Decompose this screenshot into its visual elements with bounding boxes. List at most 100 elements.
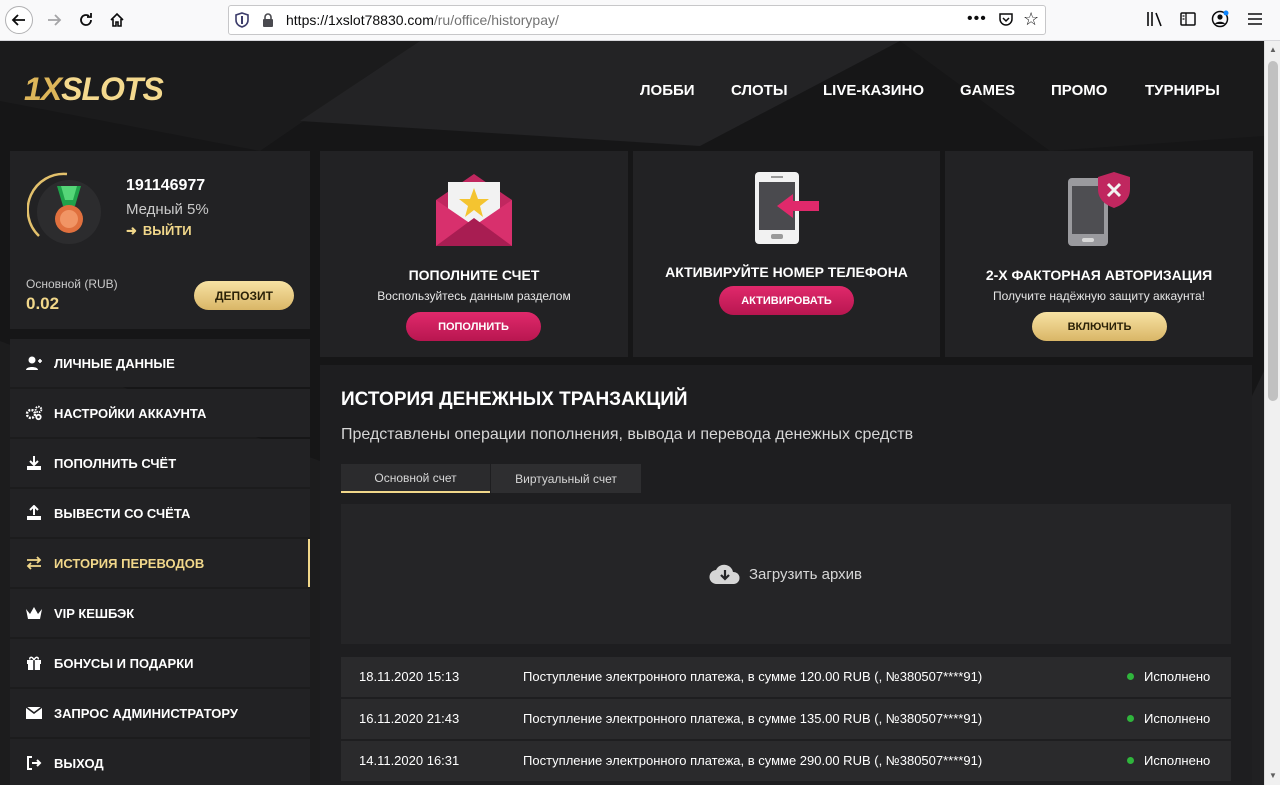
nav-tournaments[interactable]: ТУРНИРЫ bbox=[1145, 82, 1220, 99]
home-button[interactable] bbox=[103, 6, 131, 34]
scroll-up-icon[interactable]: ▲ bbox=[1269, 45, 1277, 54]
promo-subtitle: Воспользуйтесь данным разделом bbox=[377, 289, 571, 303]
download-archive-button[interactable]: Загрузить архив bbox=[709, 563, 862, 585]
user-level: Медный 5% bbox=[126, 201, 209, 218]
history-subtitle: Представлены операции пополнения, вывода… bbox=[341, 426, 914, 443]
row-description: Поступление электронного платежа, в сумм… bbox=[523, 711, 983, 726]
nav-slots[interactable]: СЛОТЫ bbox=[731, 82, 788, 99]
menu-label: ИСТОРИЯ ПЕРЕВОДОВ bbox=[54, 555, 205, 571]
library-icon[interactable] bbox=[1146, 10, 1164, 28]
menu-label: VIP КЕШБЭК bbox=[54, 605, 135, 621]
page-scrollbar[interactable]: ▲ ▼ bbox=[1264, 41, 1280, 785]
row-status: Исполнено bbox=[1127, 753, 1210, 768]
tracking-shield-icon[interactable] bbox=[235, 12, 249, 28]
envelope-icon bbox=[25, 705, 43, 721]
archive-area: Загрузить архив bbox=[341, 504, 1231, 644]
promo-title: ПОПОЛНИТЕ СЧЕТ bbox=[408, 267, 540, 283]
history-title: ИСТОРИЯ ДЕНЕЖНЫХ ТРАНЗАКЦИЙ bbox=[341, 389, 688, 410]
row-status: Исполнено bbox=[1127, 669, 1210, 684]
pocket-icon[interactable] bbox=[998, 13, 1014, 27]
arrow-left-icon bbox=[11, 14, 25, 26]
medal-avatar-icon bbox=[27, 172, 101, 244]
reload-icon bbox=[80, 13, 92, 26]
promo-2fa-card: 2-Х ФАКТОРНАЯ АВТОРИЗАЦИЯ Получите надёж… bbox=[945, 151, 1253, 357]
exit-arrow-icon: ➜ bbox=[126, 223, 137, 238]
nav-games[interactable]: GAMES bbox=[960, 82, 1015, 99]
lock-icon[interactable] bbox=[262, 13, 274, 27]
enable-2fa-button[interactable]: ВКЛЮЧИТЬ bbox=[1032, 312, 1167, 341]
table-row: 14.11.2020 16:31 Поступление электронног… bbox=[341, 741, 1231, 781]
home-icon bbox=[110, 12, 124, 27]
menu-admin-request[interactable]: ЗАПРОС АДМИНИСТРАТОРУ bbox=[10, 689, 310, 737]
page-actions-icon[interactable]: ••• bbox=[967, 10, 987, 28]
menu-transfer-history[interactable]: ИСТОРИЯ ПЕРЕВОДОВ bbox=[10, 539, 310, 587]
row-date: 18.11.2020 15:13 bbox=[359, 669, 460, 684]
scroll-thumb[interactable] bbox=[1268, 61, 1278, 401]
bookmark-star-icon[interactable]: ☆ bbox=[1023, 9, 1039, 30]
promo-title: АКТИВИРУЙТЕ НОМЕР ТЕЛЕФОНА bbox=[665, 264, 908, 280]
site-logo[interactable]: 1XSLOTS bbox=[24, 71, 164, 108]
menu-vip-cashback[interactable]: VIP КЕШБЭК bbox=[10, 589, 310, 637]
nav-promo[interactable]: ПРОМО bbox=[1051, 82, 1107, 99]
logout-link[interactable]: ➜ ВЫЙТИ bbox=[126, 223, 192, 239]
envelope-star-icon bbox=[436, 174, 512, 246]
row-date: 14.11.2020 16:31 bbox=[359, 753, 460, 768]
menu-icon[interactable] bbox=[1246, 10, 1264, 28]
row-description: Поступление электронного платежа, в сумм… bbox=[523, 753, 983, 768]
crown-icon bbox=[25, 605, 43, 621]
promo-deposit-card: ПОПОЛНИТЕ СЧЕТ Воспользуйтесь данным раз… bbox=[320, 151, 628, 357]
nav-live-casino[interactable]: LIVE-КАЗИНО bbox=[823, 82, 924, 99]
table-row: 18.11.2020 15:13 Поступление электронног… bbox=[341, 657, 1231, 697]
balance-label: Основной (RUB) bbox=[26, 277, 118, 291]
exit-icon bbox=[25, 755, 43, 771]
promo-subtitle: Получите надёжную защиту аккаунта! bbox=[992, 289, 1205, 303]
gift-icon bbox=[25, 655, 43, 671]
download-icon bbox=[25, 455, 43, 471]
url-path: /ru/office/historypay/ bbox=[433, 12, 559, 28]
url-text[interactable]: https://1xslot78830.com/ru/office/histor… bbox=[286, 12, 559, 28]
status-dot-icon bbox=[1127, 715, 1134, 722]
nav-lobby[interactable]: ЛОББИ bbox=[640, 82, 695, 99]
site-header: 1XSLOTS ЛОББИ СЛОТЫ LIVE-КАЗИНО GAMES ПР… bbox=[0, 41, 1264, 141]
account-icon[interactable] bbox=[1211, 10, 1229, 28]
menu-label: ПОПОЛНИТЬ СЧЁТ bbox=[54, 455, 177, 471]
profile-card: 191146977 Медный 5% ➜ ВЫЙТИ Основной (RUB… bbox=[10, 151, 310, 329]
menu-exit[interactable]: ВЫХОД bbox=[10, 739, 310, 785]
user-id: 191146977 bbox=[126, 177, 206, 194]
forward-button[interactable] bbox=[40, 6, 68, 34]
table-row: 16.11.2020 21:43 Поступление электронног… bbox=[341, 699, 1231, 739]
row-date: 16.11.2020 21:43 bbox=[359, 711, 460, 726]
activate-button[interactable]: АКТИВИРОВАТЬ bbox=[719, 286, 854, 315]
deposit-button[interactable]: ДЕПОЗИТ bbox=[194, 281, 294, 310]
arrow-right-icon bbox=[48, 14, 62, 26]
menu-label: ВЫВЕСТИ СО СЧЁТА bbox=[54, 505, 191, 521]
user-add-icon bbox=[25, 355, 43, 371]
back-button[interactable] bbox=[5, 6, 33, 34]
promo-title: 2-Х ФАКТОРНАЯ АВТОРИЗАЦИЯ bbox=[985, 267, 1213, 283]
sidebar-toggle-icon[interactable] bbox=[1179, 10, 1197, 28]
phone-shield-icon bbox=[1068, 172, 1130, 246]
menu-label: БОНУСЫ И ПОДАРКИ bbox=[54, 655, 194, 671]
url-bar[interactable]: https://1xslot78830.com/ru/office/histor… bbox=[228, 5, 1046, 35]
row-status: Исполнено bbox=[1127, 711, 1210, 726]
phone-arrow-icon bbox=[755, 172, 819, 244]
cloud-download-icon bbox=[709, 564, 740, 585]
tab-main-account[interactable]: Основной счет bbox=[341, 464, 490, 493]
browser-toolbar: https://1xslot78830.com/ru/office/histor… bbox=[0, 0, 1280, 41]
menu-personal-data[interactable]: ЛИЧНЫЕ ДАННЫЕ bbox=[10, 339, 310, 387]
topup-button[interactable]: ПОПОЛНИТЬ bbox=[406, 312, 541, 341]
menu-withdraw[interactable]: ВЫВЕСТИ СО СЧЁТА bbox=[10, 489, 310, 537]
upload-icon bbox=[25, 505, 43, 521]
archive-label: Загрузить архив bbox=[749, 565, 863, 583]
menu-label: ВЫХОД bbox=[54, 755, 104, 771]
menu-bonuses[interactable]: БОНУСЫ И ПОДАРКИ bbox=[10, 639, 310, 687]
menu-account-settings[interactable]: НАСТРОЙКИ АККАУНТА bbox=[10, 389, 310, 437]
scroll-down-icon[interactable]: ▼ bbox=[1269, 771, 1277, 780]
transaction-history-panel: ИСТОРИЯ ДЕНЕЖНЫХ ТРАНЗАКЦИЙ Представлены… bbox=[320, 365, 1252, 785]
reload-button[interactable] bbox=[72, 6, 100, 34]
menu-deposit[interactable]: ПОПОЛНИТЬ СЧЁТ bbox=[10, 439, 310, 487]
menu-label: ЛИЧНЫЕ ДАННЫЕ bbox=[54, 355, 175, 371]
tab-virtual-account[interactable]: Виртуальный счет bbox=[491, 464, 641, 493]
promo-phone-card: АКТИВИРУЙТЕ НОМЕР ТЕЛЕФОНА АКТИВИРОВАТЬ bbox=[633, 151, 940, 357]
menu-label: ЗАПРОС АДМИНИСТРАТОРУ bbox=[54, 705, 238, 721]
